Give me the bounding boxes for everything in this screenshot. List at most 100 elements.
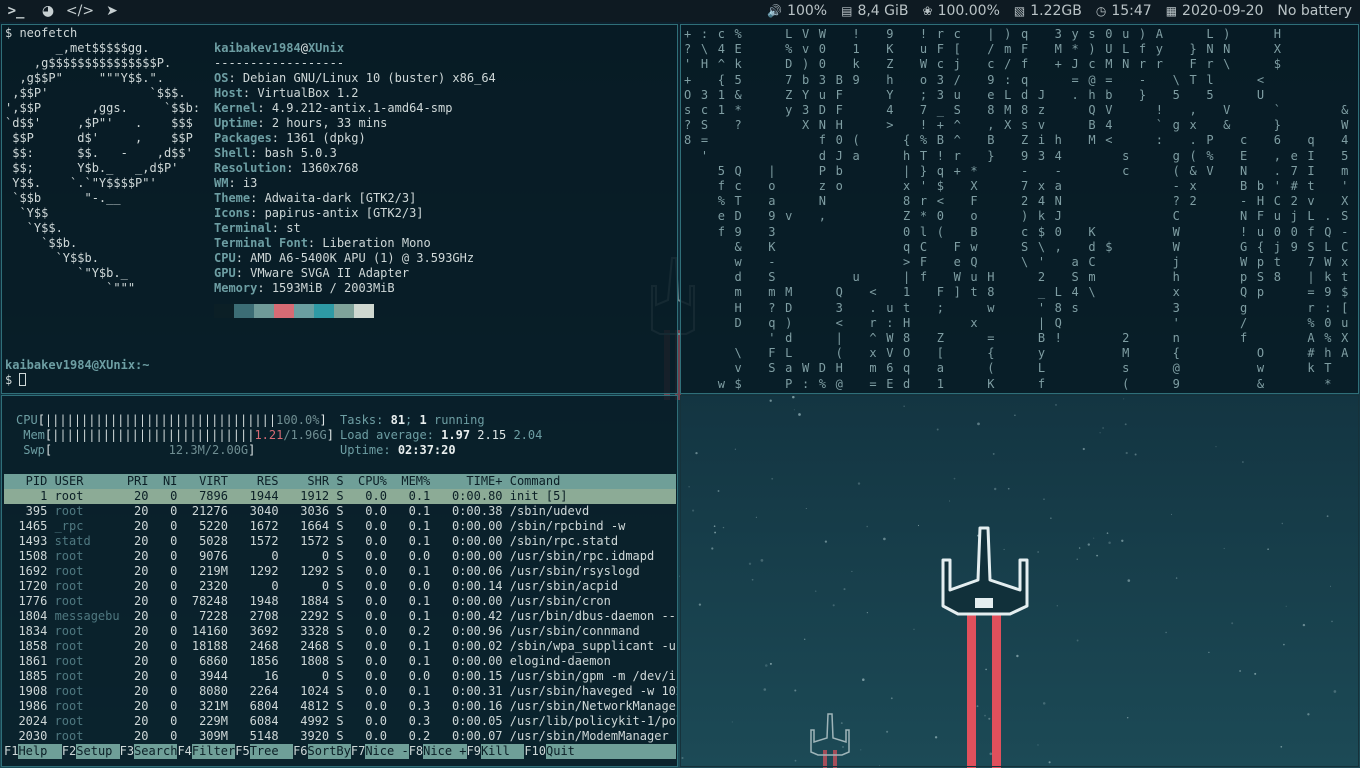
fkey-label[interactable]: Setup (76, 744, 120, 759)
date-indicator[interactable]: ▦ 2020-09-20 (1166, 3, 1264, 19)
mem-value: 1.21 (254, 428, 284, 442)
matrix-line: O 3 1 & Z Y u F Y ; 3 u e L d J . h b } … (684, 87, 1266, 102)
logo-line: ',$$P ,ggs. `$$b: (5, 101, 201, 115)
fkey-f3[interactable]: F3 (120, 744, 134, 759)
info-value: 1593MiB / 2003MiB (271, 281, 395, 295)
user-host: kaibakev1984@XUnix (214, 41, 496, 56)
fkey-f10[interactable]: F10 (524, 744, 546, 759)
process-row[interactable]: 1465 _rpc 20 0 5220 1672 1664 S 0.0 0.1 … (4, 519, 676, 534)
battery-pct-indicator[interactable]: ❀ 100.00% (923, 3, 1000, 19)
info-field: Memory: 1593MiB / 2003MiB (214, 281, 395, 295)
fkey-label[interactable]: Tree (249, 744, 294, 759)
pid-cell: 395 (4, 504, 48, 518)
pid-cell: 1692 (4, 564, 48, 578)
logo-line: _,met$$$$$gg. (5, 41, 150, 55)
clock-indicator[interactable]: ◷ 15:47 (1096, 3, 1152, 19)
battery-indicator[interactable]: No battery (1277, 3, 1352, 19)
user-cell: root (47, 684, 120, 698)
process-row[interactable]: 395 root 20 0 21276 3040 3036 S 0.0 0.1 … (4, 504, 676, 519)
running-count: 1 (419, 413, 427, 427)
fkey-label[interactable]: Nice + (423, 744, 467, 759)
mem-bar: |||||||||||||||||||||||||||| (52, 428, 255, 442)
info-field: OS: Debian GNU/Linux 10 (buster) x86_64 (214, 71, 496, 85)
prompt-host: kaibakev1984@XUnix:~ (5, 358, 150, 372)
fkey-f2[interactable]: F2 (62, 744, 76, 759)
terminal-matrix[interactable]: + : c % L V W ! 9 ! r c | ) q 3 y s 0 u … (680, 24, 1359, 394)
fkey-f9[interactable]: F9 (467, 744, 481, 759)
pid-cell: 1804 (4, 609, 48, 623)
volume-indicator[interactable]: 🔊 100% (767, 3, 827, 19)
pid-cell: 1986 (4, 699, 48, 713)
cpu-label: CPU (16, 413, 38, 427)
process-row[interactable]: 1986 root 20 0 321M 6804 4812 S 0.0 0.3 … (4, 699, 678, 714)
process-row[interactable]: 1 root 20 0 7896 1944 1912 S 0.0 0.1 0:0… (4, 489, 676, 504)
info-key: Shell (214, 146, 251, 160)
pid-cell: 1493 (4, 534, 48, 548)
matrix-line: + : c % L V W ! 9 ! r c | ) q 3 y s 0 u … (684, 27, 1283, 41)
pid-cell: 1465 (4, 519, 48, 533)
swp-label: Swp (23, 443, 45, 457)
fkey-f8[interactable]: F8 (409, 744, 423, 759)
process-cells: 20 0 321M 6804 4812 S 0.0 0.3 0:00.16 /u… (119, 699, 678, 713)
user-cell: root (47, 624, 120, 638)
fkey-label[interactable]: Filter (191, 744, 236, 759)
color-swatch (234, 304, 254, 318)
info-value: i3 (242, 176, 258, 190)
color-swatch (314, 304, 334, 318)
tasks-label: Tasks: (340, 413, 384, 427)
info-field: Icons: papirus-antix [GTK2/3] (214, 206, 424, 220)
fkey-label[interactable]: Nice - (365, 744, 409, 759)
process-row[interactable]: 1720 root 20 0 2320 0 0 S 0.0 0.0 0:00.1… (4, 579, 676, 594)
mem-label: Mem (23, 428, 45, 442)
info-field: CPU: AMD A6-5400K APU (1) @ 3.593GHz (214, 251, 475, 265)
user-cell: statd (47, 534, 120, 548)
process-row[interactable]: 1776 root 20 0 78248 1948 1884 S 0.0 0.1… (4, 594, 676, 609)
uptime-label: Uptime: (340, 443, 391, 457)
telegram-icon[interactable]: ➤ (96, 0, 128, 22)
process-row[interactable]: 1861 root 20 0 6860 1856 1808 S 0.0 0.1 … (4, 654, 676, 669)
process-row[interactable]: 1493 statd 20 0 5028 1572 1572 S 0.0 0.1… (4, 534, 676, 549)
terminal-htop[interactable]: CPU[||||||||||||||||||||||||||||||||100.… (1, 395, 678, 767)
shell-prompt[interactable]: kaibakev1984@XUnix:~ $ (5, 358, 150, 388)
fkey-f7[interactable]: F7 (351, 744, 365, 759)
info-value: AMD A6-5400K APU (1) @ 3.593GHz (250, 251, 475, 265)
process-row[interactable]: 1508 root 20 0 9076 0 0 S 0.0 0.0 0:00.0… (4, 549, 676, 564)
color-swatch (334, 304, 354, 318)
fkey-f4[interactable]: F4 (177, 744, 191, 759)
fkey-label[interactable]: Search (134, 744, 178, 759)
color-swatch (354, 304, 374, 318)
info-value: 1361 (dpkg) (286, 131, 366, 145)
process-row[interactable]: 1804 messagebu 20 0 7228 2708 2292 S 0.0… (4, 609, 677, 624)
logo-line: `Y$$ (5, 206, 49, 220)
process-row[interactable]: 1858 root 20 0 18188 2468 2468 S 0.0 0.1… (4, 639, 676, 654)
fkey-label[interactable]: SortBy (307, 744, 351, 759)
process-row[interactable]: 1908 root 20 0 8080 2264 1024 S 0.0 0.1 … (4, 684, 677, 699)
fkey-label[interactable]: Quit (546, 744, 590, 759)
process-row[interactable]: 2024 root 20 0 229M 6084 4992 S 0.0 0.3 … (4, 714, 677, 729)
prompt-input-line[interactable]: $ (5, 373, 150, 388)
status-indicators: 🔊 100% ▤ 8,4 GiB ❀ 100.00% ▧ 1.22GB ◷ 15:47 ▦… (767, 3, 1360, 19)
info-key: GPU (214, 266, 236, 280)
process-row[interactable]: 1885 root 20 0 3944 16 0 S 0.0 0.0 0:00.… (4, 669, 677, 684)
fkey-label[interactable]: Kill (480, 744, 525, 759)
terminal-icon[interactable]: >_ (0, 0, 32, 22)
process-row[interactable]: 1834 root 20 0 14160 3692 3328 S 0.0 0.2… (4, 624, 676, 639)
info-separator: ------------------ (214, 56, 345, 70)
color-swatch (274, 304, 294, 318)
fkey-f6[interactable]: F6 (293, 744, 307, 759)
process-row[interactable]: 1692 root 20 0 219M 1292 1292 S 0.0 0.1 … (4, 564, 676, 579)
code-icon[interactable]: </> (64, 0, 96, 22)
user-cell: root (47, 639, 120, 653)
disk-indicator[interactable]: ▤ 8,4 GiB (841, 3, 908, 19)
process-row[interactable]: 2030 root 20 0 309M 5148 3920 S 0.0 0.2 … (4, 729, 676, 744)
memory-icon: ▧ (1013, 4, 1026, 18)
fkey-f1[interactable]: F1 (4, 744, 18, 759)
info-value: bash 5.0.3 (264, 146, 337, 160)
browser-icon[interactable]: ◕ (32, 0, 64, 22)
fkey-label[interactable]: Help (18, 744, 62, 759)
process-table-header[interactable]: PID USER PRI NI VIRT RES SHR S CPU% MEM%… (4, 474, 676, 489)
process-cells: 20 0 9076 0 0 S 0.0 0.0 0:00.00 /usr/sbi… (119, 549, 655, 563)
fkey-f5[interactable]: F5 (235, 744, 249, 759)
terminal-neofetch[interactable]: $ neofetch _,met$$$$$gg. ,g$$$$$$$$$$$$$… (1, 24, 678, 394)
memory-indicator[interactable]: ▧ 1.22GB (1014, 3, 1082, 19)
